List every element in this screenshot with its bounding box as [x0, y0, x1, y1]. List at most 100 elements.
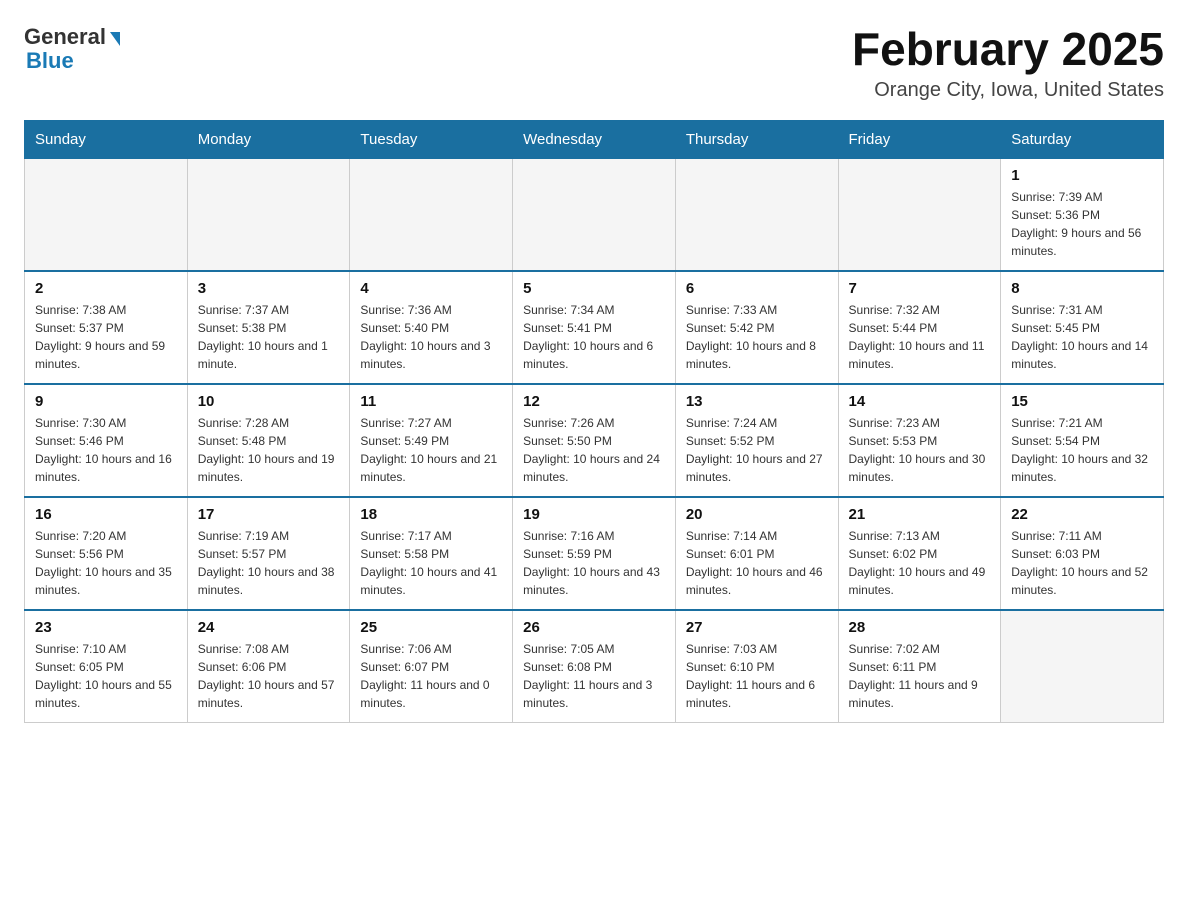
day-info: Sunrise: 7:28 AMSunset: 5:48 PMDaylight:…	[198, 414, 340, 486]
calendar-cell: 24 Sunrise: 7:08 AMSunset: 6:06 PMDayligh…	[187, 610, 350, 723]
day-number: 11	[360, 393, 502, 410]
day-info: Sunrise: 7:13 AMSunset: 6:02 PMDaylight:…	[849, 527, 991, 599]
week-row-1: 2 Sunrise: 7:38 AMSunset: 5:37 PMDaylight…	[25, 271, 1164, 384]
day-info: Sunrise: 7:32 AMSunset: 5:44 PMDaylight:…	[849, 301, 991, 373]
calendar-cell: 1 Sunrise: 7:39 AMSunset: 5:36 PMDaylight…	[1001, 158, 1164, 271]
day-number: 21	[849, 506, 991, 523]
day-info: Sunrise: 7:38 AMSunset: 5:37 PMDaylight:…	[35, 301, 177, 373]
day-info: Sunrise: 7:37 AMSunset: 5:38 PMDaylight:…	[198, 301, 340, 373]
day-number: 10	[198, 393, 340, 410]
day-info: Sunrise: 7:19 AMSunset: 5:57 PMDaylight:…	[198, 527, 340, 599]
calendar-cell: 5 Sunrise: 7:34 AMSunset: 5:41 PMDaylight…	[513, 271, 676, 384]
day-number: 28	[849, 619, 991, 636]
day-number: 6	[686, 280, 828, 297]
day-info: Sunrise: 7:34 AMSunset: 5:41 PMDaylight:…	[523, 301, 665, 373]
calendar-cell: 22 Sunrise: 7:11 AMSunset: 6:03 PMDayligh…	[1001, 497, 1164, 610]
header-day-monday: Monday	[187, 120, 350, 158]
header-row: SundayMondayTuesdayWednesdayThursdayFrid…	[25, 120, 1164, 158]
day-info: Sunrise: 7:20 AMSunset: 5:56 PMDaylight:…	[35, 527, 177, 599]
title-area: February 2025 Orange City, Iowa, United …	[852, 24, 1164, 102]
calendar-cell	[350, 158, 513, 271]
logo: General Blue	[24, 24, 120, 74]
week-row-2: 9 Sunrise: 7:30 AMSunset: 5:46 PMDaylight…	[25, 384, 1164, 497]
day-info: Sunrise: 7:27 AMSunset: 5:49 PMDaylight:…	[360, 414, 502, 486]
day-info: Sunrise: 7:02 AMSunset: 6:11 PMDaylight:…	[849, 640, 991, 712]
day-info: Sunrise: 7:31 AMSunset: 5:45 PMDaylight:…	[1011, 301, 1153, 373]
day-number: 17	[198, 506, 340, 523]
calendar-cell: 16 Sunrise: 7:20 AMSunset: 5:56 PMDayligh…	[25, 497, 188, 610]
calendar-cell: 15Sunrise: 7:21 AMSunset: 5:54 PMDayligh…	[1001, 384, 1164, 497]
day-number: 12	[523, 393, 665, 410]
header-day-friday: Friday	[838, 120, 1001, 158]
logo-arrow-icon	[110, 32, 120, 46]
calendar-cell: 27 Sunrise: 7:03 AMSunset: 6:10 PMDayligh…	[675, 610, 838, 723]
day-number: 22	[1011, 506, 1153, 523]
day-number: 25	[360, 619, 502, 636]
calendar-body: 1 Sunrise: 7:39 AMSunset: 5:36 PMDaylight…	[25, 158, 1164, 722]
calendar-cell: 19 Sunrise: 7:16 AMSunset: 5:59 PMDayligh…	[513, 497, 676, 610]
day-number: 13	[686, 393, 828, 410]
calendar-cell: 9 Sunrise: 7:30 AMSunset: 5:46 PMDaylight…	[25, 384, 188, 497]
day-number: 2	[35, 280, 177, 297]
day-number: 20	[686, 506, 828, 523]
day-number: 27	[686, 619, 828, 636]
day-number: 14	[849, 393, 991, 410]
calendar-cell	[187, 158, 350, 271]
calendar-cell: 11 Sunrise: 7:27 AMSunset: 5:49 PMDayligh…	[350, 384, 513, 497]
day-info: Sunrise: 7:36 AMSunset: 5:40 PMDaylight:…	[360, 301, 502, 373]
day-info: Sunrise: 7:03 AMSunset: 6:10 PMDaylight:…	[686, 640, 828, 712]
calendar-cell: 20Sunrise: 7:14 AMSunset: 6:01 PMDayligh…	[675, 497, 838, 610]
calendar-cell	[25, 158, 188, 271]
page-header: General Blue February 2025 Orange City, …	[24, 24, 1164, 102]
calendar-cell	[838, 158, 1001, 271]
day-number: 26	[523, 619, 665, 636]
month-title: February 2025	[852, 24, 1164, 75]
day-number: 9	[35, 393, 177, 410]
day-info: Sunrise: 7:21 AMSunset: 5:54 PMDaylight:…	[1011, 414, 1153, 486]
calendar-cell: 2 Sunrise: 7:38 AMSunset: 5:37 PMDaylight…	[25, 271, 188, 384]
week-row-0: 1 Sunrise: 7:39 AMSunset: 5:36 PMDaylight…	[25, 158, 1164, 271]
calendar-cell: 14 Sunrise: 7:23 AMSunset: 5:53 PMDayligh…	[838, 384, 1001, 497]
header-day-thursday: Thursday	[675, 120, 838, 158]
calendar-cell: 4 Sunrise: 7:36 AMSunset: 5:40 PMDaylight…	[350, 271, 513, 384]
day-info: Sunrise: 7:39 AMSunset: 5:36 PMDaylight:…	[1011, 188, 1153, 260]
day-number: 4	[360, 280, 502, 297]
week-row-4: 23Sunrise: 7:10 AMSunset: 6:05 PMDayligh…	[25, 610, 1164, 723]
day-number: 7	[849, 280, 991, 297]
day-number: 8	[1011, 280, 1153, 297]
calendar-cell: 13 Sunrise: 7:24 AMSunset: 5:52 PMDayligh…	[675, 384, 838, 497]
day-info: Sunrise: 7:11 AMSunset: 6:03 PMDaylight:…	[1011, 527, 1153, 599]
calendar-cell	[1001, 610, 1164, 723]
day-info: Sunrise: 7:16 AMSunset: 5:59 PMDaylight:…	[523, 527, 665, 599]
day-number: 5	[523, 280, 665, 297]
day-info: Sunrise: 7:23 AMSunset: 5:53 PMDaylight:…	[849, 414, 991, 486]
calendar-cell: 8 Sunrise: 7:31 AMSunset: 5:45 PMDaylight…	[1001, 271, 1164, 384]
logo-blue-text: Blue	[24, 48, 74, 74]
location: Orange City, Iowa, United States	[852, 79, 1164, 102]
logo-general-text: General	[24, 24, 106, 50]
day-info: Sunrise: 7:17 AMSunset: 5:58 PMDaylight:…	[360, 527, 502, 599]
calendar-cell: 3Sunrise: 7:37 AMSunset: 5:38 PMDaylight…	[187, 271, 350, 384]
logo-text: General	[24, 24, 120, 50]
header-day-wednesday: Wednesday	[513, 120, 676, 158]
day-info: Sunrise: 7:30 AMSunset: 5:46 PMDaylight:…	[35, 414, 177, 486]
day-info: Sunrise: 7:33 AMSunset: 5:42 PMDaylight:…	[686, 301, 828, 373]
day-number: 23	[35, 619, 177, 636]
header-day-tuesday: Tuesday	[350, 120, 513, 158]
calendar-header: SundayMondayTuesdayWednesdayThursdayFrid…	[25, 120, 1164, 158]
calendar-cell: 28 Sunrise: 7:02 AMSunset: 6:11 PMDayligh…	[838, 610, 1001, 723]
day-info: Sunrise: 7:05 AMSunset: 6:08 PMDaylight:…	[523, 640, 665, 712]
header-day-saturday: Saturday	[1001, 120, 1164, 158]
calendar-cell: 21 Sunrise: 7:13 AMSunset: 6:02 PMDayligh…	[838, 497, 1001, 610]
calendar-cell: 10 Sunrise: 7:28 AMSunset: 5:48 PMDayligh…	[187, 384, 350, 497]
day-number: 24	[198, 619, 340, 636]
day-number: 18	[360, 506, 502, 523]
day-number: 16	[35, 506, 177, 523]
day-number: 19	[523, 506, 665, 523]
day-info: Sunrise: 7:08 AMSunset: 6:06 PMDaylight:…	[198, 640, 340, 712]
day-number: 1	[1011, 167, 1153, 184]
calendar-cell: 23Sunrise: 7:10 AMSunset: 6:05 PMDayligh…	[25, 610, 188, 723]
calendar-cell	[513, 158, 676, 271]
day-info: Sunrise: 7:06 AMSunset: 6:07 PMDaylight:…	[360, 640, 502, 712]
day-info: Sunrise: 7:24 AMSunset: 5:52 PMDaylight:…	[686, 414, 828, 486]
